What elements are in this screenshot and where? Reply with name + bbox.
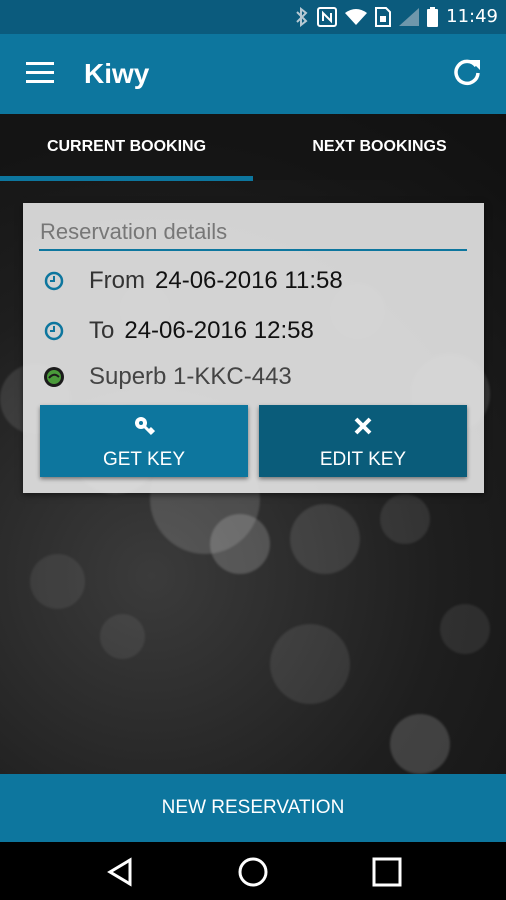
new-reservation-label: NEW RESERVATION [161,797,345,818]
sim-icon [375,6,392,27]
to-row: To 24-06-2016 12:58 [43,317,314,345]
tab-next-bookings-label: NEXT BOOKINGS [312,138,447,155]
get-key-button[interactable]: GET KEY [40,405,248,477]
reservation-card: Reservation details From 24-06-2016 11:5… [23,203,484,493]
signal-icon [399,7,420,26]
status-bar: 11:49 [0,0,506,34]
menu-icon[interactable] [26,62,54,84]
reservation-title: Reservation details [40,219,228,244]
new-reservation-button[interactable]: NEW RESERVATION [0,774,506,842]
back-icon[interactable] [104,856,136,888]
clock-icon [44,321,64,341]
tab-bar: CURRENT BOOKING NEXT BOOKINGS [0,114,506,181]
tab-current-booking-label: CURRENT BOOKING [46,138,207,155]
to-value: 24-06-2016 12:58 [124,317,314,344]
vehicle-name: Superb 1-KKC-443 [89,363,292,390]
bluetooth-icon [296,6,308,27]
status-time: 11:49 [446,6,498,27]
from-value: 24-06-2016 11:58 [155,267,343,294]
from-label: From [89,267,145,294]
content-area: CURRENT BOOKING NEXT BOOKINGS Reservatio… [0,114,506,774]
from-row: From 24-06-2016 11:58 [43,267,343,295]
vehicle-row: Superb 1-KKC-443 [43,363,302,391]
tab-indicator [0,176,253,181]
app-title: Kiwy [84,58,150,89]
clock-icon [44,271,64,291]
app-bar: Kiwy [0,34,506,114]
tab-next-bookings[interactable]: NEXT BOOKINGS [253,114,506,180]
close-icon [354,417,372,435]
edit-key-button[interactable]: EDIT KEY [259,405,467,477]
edit-key-label: EDIT KEY [319,449,407,470]
recents-icon[interactable] [371,856,403,888]
tab-current-booking[interactable]: CURRENT BOOKING [0,114,253,180]
get-key-label: GET KEY [102,449,185,470]
system-nav-bar [0,842,506,900]
home-icon[interactable] [237,856,269,888]
title-underline [39,249,467,251]
wifi-icon [345,8,368,25]
to-label: To [89,317,115,344]
key-icon [135,417,155,436]
battery-icon [427,6,439,27]
skoda-logo-icon [44,367,64,387]
nfc-icon [317,6,338,27]
status-icons: 11:49 [295,6,498,27]
refresh-icon[interactable] [452,56,482,86]
